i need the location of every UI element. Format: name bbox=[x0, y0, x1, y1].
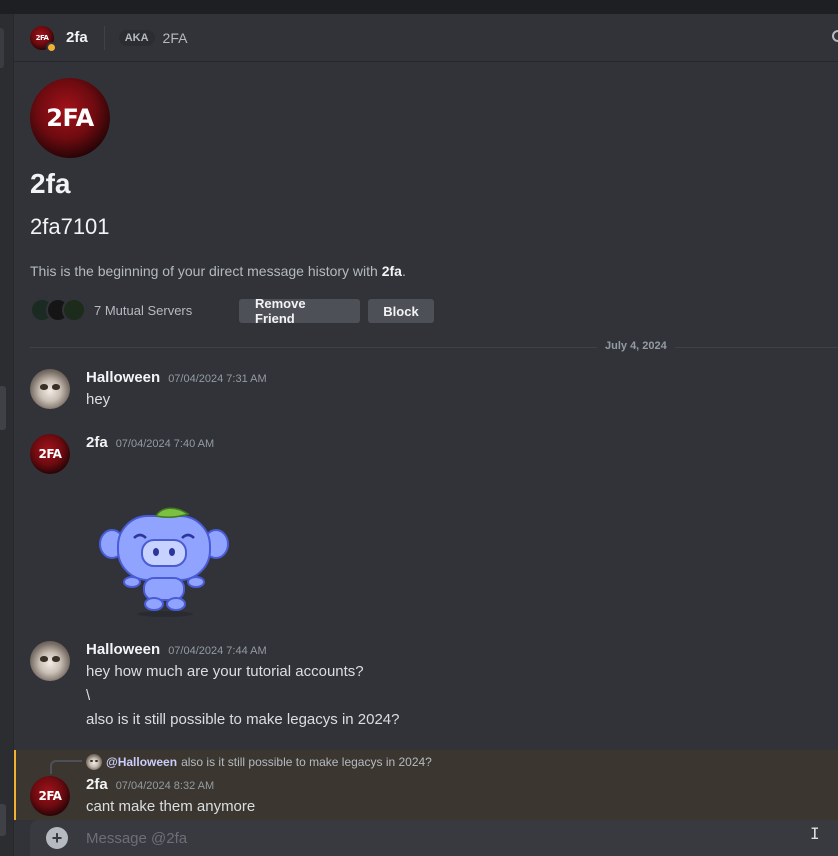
message-timestamp: 07/04/2024 8:32 AM bbox=[115, 780, 215, 792]
header-avatar[interactable]: 2FA bbox=[30, 25, 57, 53]
idle-status-icon bbox=[46, 41, 57, 53]
remove-friend-button[interactable]: Remove Friend bbox=[239, 296, 360, 326]
date-divider bbox=[30, 347, 838, 348]
dm-header: 2FA 2fa AKA 2FA bbox=[14, 14, 838, 62]
add-attachment-icon[interactable]: + bbox=[46, 827, 68, 849]
message-text: \ bbox=[86, 687, 91, 704]
sidebar-edge-mark bbox=[0, 804, 6, 836]
message-text: hey bbox=[86, 391, 111, 408]
message-avatar-text: 2FA bbox=[38, 789, 62, 803]
aka-name: 2FA bbox=[162, 29, 188, 46]
window-top-bar bbox=[0, 0, 838, 14]
message-header: Halloween 07/04/2024 7:31 AM bbox=[86, 369, 267, 386]
message-composer[interactable]: + Message @2fa bbox=[30, 820, 838, 856]
message-avatar[interactable]: 2FA bbox=[30, 434, 70, 474]
profile-display-name: 2fa bbox=[30, 168, 71, 199]
message-timestamp: 07/04/2024 7:31 AM bbox=[168, 373, 267, 385]
message-author[interactable]: Halloween bbox=[86, 641, 160, 658]
header-divider bbox=[103, 25, 105, 50]
intro-desc-name: 2fa bbox=[381, 263, 402, 279]
message-author[interactable]: 2fa bbox=[86, 434, 108, 451]
message-text: also is it still possible to make legacy… bbox=[86, 711, 400, 728]
profile-avatar: 2FA bbox=[30, 78, 110, 158]
message-avatar[interactable] bbox=[30, 641, 70, 681]
message-timestamp: 07/04/2024 7:40 AM bbox=[115, 438, 215, 450]
intro-desc-text: This is the beginning of your direct mes… bbox=[30, 263, 382, 279]
message-input[interactable]: Message @2fa bbox=[86, 830, 187, 847]
profile-username: 2fa7101 bbox=[30, 214, 110, 239]
dm-intro-avatar[interactable]: 2FA bbox=[30, 78, 110, 158]
wumpus-sticker[interactable] bbox=[96, 500, 236, 620]
header-username[interactable]: 2fa bbox=[66, 29, 88, 46]
sidebar-edge bbox=[0, 14, 14, 856]
text-cursor-icon: I bbox=[810, 824, 820, 843]
server-icon bbox=[62, 298, 86, 322]
intro-desc-suffix: . bbox=[401, 263, 406, 279]
message-text: cant make them anymore bbox=[86, 798, 256, 815]
mutual-servers[interactable]: 7 Mutual Servers bbox=[30, 298, 192, 322]
message-header: Halloween 07/04/2024 7:44 AM bbox=[86, 641, 267, 658]
sidebar-edge-mark bbox=[0, 386, 6, 430]
message-timestamp: 07/04/2024 7:44 AM bbox=[168, 645, 267, 657]
reply-preview[interactable]: @Halloween also is it still possible to … bbox=[86, 754, 432, 770]
message-avatar[interactable]: 2FA bbox=[30, 776, 70, 816]
sidebar-edge-mark bbox=[0, 28, 4, 68]
reply-text[interactable]: also is it still possible to make legacy… bbox=[181, 755, 432, 769]
message-avatar[interactable] bbox=[30, 369, 70, 409]
reply-spine bbox=[50, 760, 82, 774]
reply-author[interactable]: @Halloween bbox=[106, 755, 177, 769]
message-text: hey how much are your tutorial accounts? bbox=[86, 663, 364, 680]
mutual-servers-label[interactable]: 7 Mutual Servers bbox=[94, 303, 192, 318]
date-divider-label: July 4, 2024 bbox=[597, 340, 675, 352]
header-avatar-text: 2FA bbox=[35, 33, 49, 42]
message-author[interactable]: Halloween bbox=[86, 369, 160, 386]
block-button[interactable]: Block bbox=[368, 299, 434, 323]
message-header: 2fa 07/04/2024 7:40 AM bbox=[86, 434, 214, 451]
reply-avatar bbox=[86, 754, 102, 770]
profile-avatar-text: 2FA bbox=[46, 104, 94, 132]
search-icon[interactable] bbox=[832, 30, 838, 42]
aka-badge: AKA bbox=[118, 29, 155, 46]
dm-intro-description: This is the beginning of your direct mes… bbox=[30, 263, 406, 279]
message-avatar-text: 2FA bbox=[38, 447, 62, 461]
message-author[interactable]: 2fa bbox=[86, 776, 108, 793]
message-header: 2fa 07/04/2024 8:32 AM bbox=[86, 776, 214, 793]
